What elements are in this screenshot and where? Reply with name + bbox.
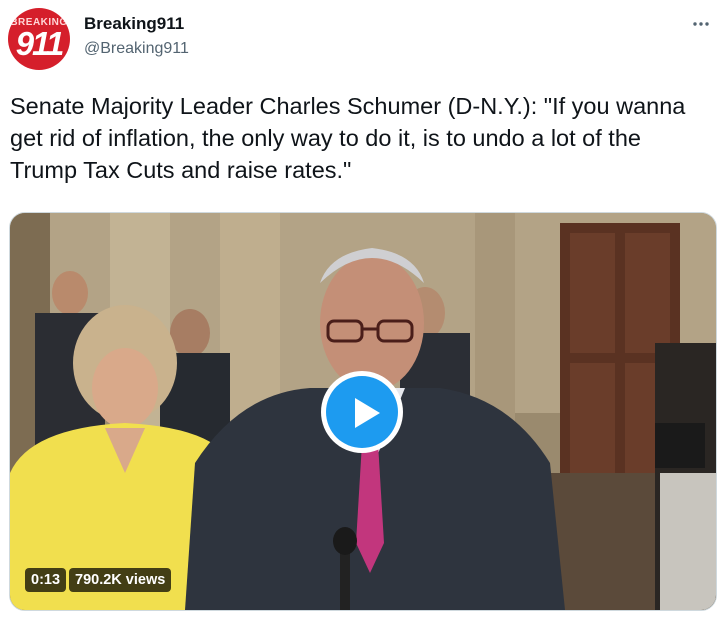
tweet-text: Senate Majority Leader Charles Schumer (… [10,93,686,183]
display-name[interactable]: Breaking911 [84,14,184,34]
play-button[interactable] [321,371,403,453]
view-count: 790.2K views [69,568,172,592]
avatar-number: 911 [15,25,65,62]
play-icon [355,398,380,428]
more-icon[interactable] [691,14,711,34]
video-duration: 0:13 [25,568,67,592]
user-handle[interactable]: @Breaking911 [84,40,189,58]
avatar[interactable]: BREAKING 911 [8,8,70,70]
